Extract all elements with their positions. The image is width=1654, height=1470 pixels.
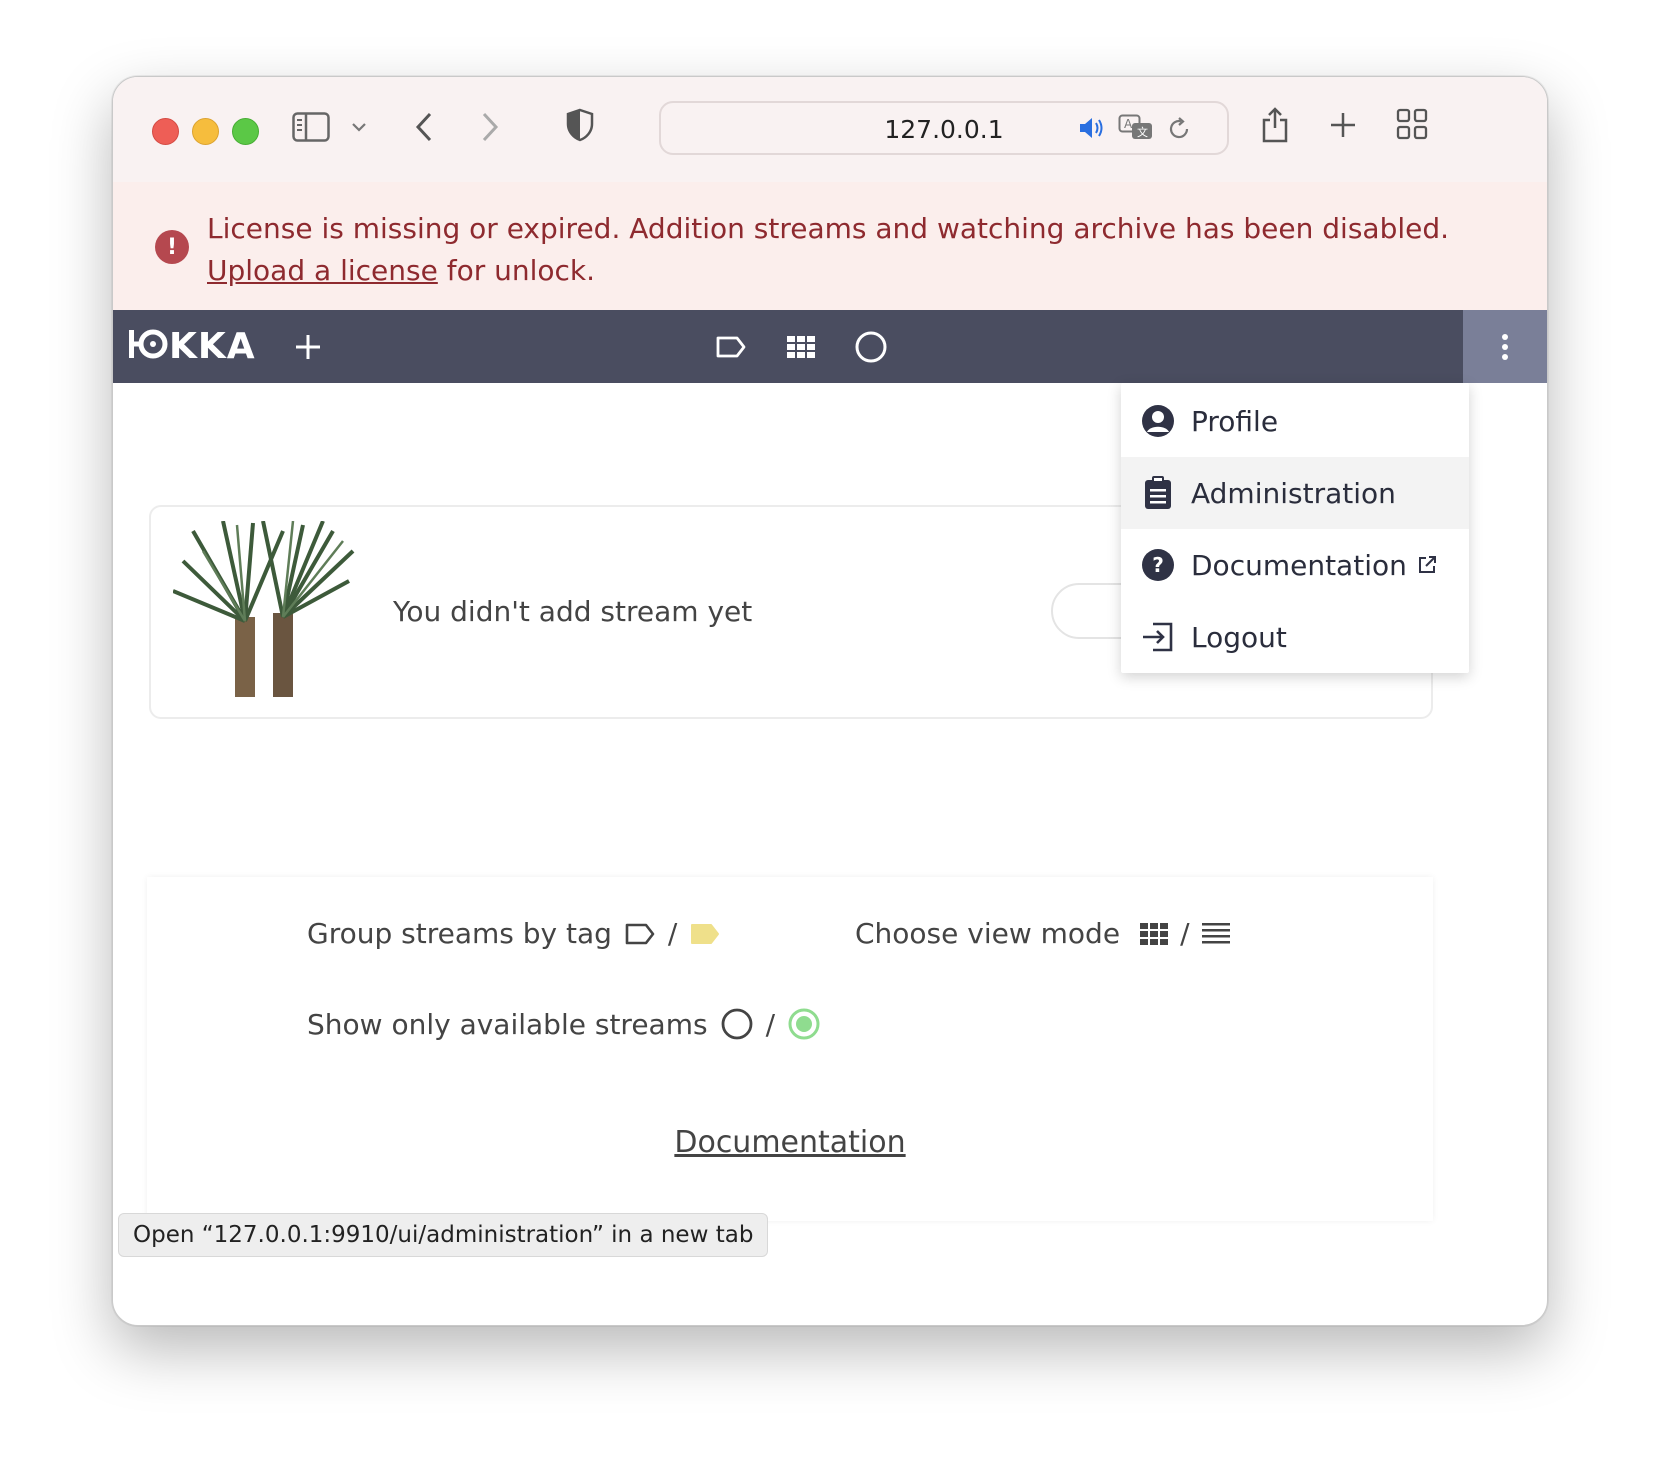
- license-banner: ! License is missing or expired. Additio…: [113, 182, 1547, 311]
- translate-icon[interactable]: A文: [1117, 113, 1155, 143]
- view-mode-row: Choose view mode /: [855, 917, 1230, 950]
- external-link-icon: [1417, 555, 1437, 575]
- banner-text: License is missing or expired. Addition …: [207, 208, 1507, 292]
- close-window-button[interactable]: [152, 118, 179, 145]
- browser-window: 127.0.0.1 A文 ! License is missing or exp…: [112, 76, 1548, 1326]
- user-dropdown-menu: Profile Administration ? Documentation L…: [1121, 383, 1469, 673]
- group-by-tag-label: Group streams by tag: [307, 917, 612, 950]
- reload-icon[interactable]: [1165, 115, 1193, 143]
- group-by-tag-row: Group streams by tag /: [307, 917, 721, 950]
- plant-illustration: [173, 521, 355, 697]
- menu-item-label: Logout: [1191, 620, 1287, 654]
- clipboard-icon: [1139, 474, 1177, 512]
- alert-icon: !: [155, 230, 189, 264]
- user-circle-icon: [1139, 402, 1177, 440]
- status-bar-link-preview: Open “127.0.0.1:9910/ui/administration” …: [118, 1213, 769, 1257]
- banner-suffix: for unlock.: [437, 254, 596, 287]
- menu-item-administration[interactable]: Administration: [1121, 457, 1469, 529]
- grid-view-icon[interactable]: [780, 326, 822, 368]
- available-streams-row: Show only available streams /: [307, 1007, 821, 1041]
- svg-text:KKA: KKA: [169, 326, 256, 364]
- zoom-window-button[interactable]: [232, 118, 259, 145]
- circle-active-icon[interactable]: [787, 1007, 821, 1041]
- empty-streams-text: You didn't add stream yet: [393, 595, 753, 628]
- documentation-link[interactable]: Documentation: [147, 1125, 1433, 1160]
- tab-overview-icon[interactable]: [1395, 107, 1429, 141]
- grid-view-icon[interactable]: [1140, 922, 1169, 945]
- menu-item-label: Documentation: [1191, 548, 1407, 582]
- menu-item-profile[interactable]: Profile: [1121, 385, 1469, 457]
- menu-item-logout[interactable]: Logout: [1121, 601, 1469, 673]
- app-navbar: KKA: [113, 310, 1547, 383]
- add-stream-icon[interactable]: [287, 326, 329, 368]
- settings-card: Group streams by tag / Choose view mode …: [147, 877, 1433, 1221]
- chevron-down-icon[interactable]: [347, 115, 371, 139]
- list-view-icon[interactable]: [1201, 922, 1230, 946]
- upload-license-link[interactable]: Upload a license: [207, 254, 438, 287]
- separator: /: [765, 1007, 776, 1041]
- menu-item-label: Profile: [1191, 404, 1279, 438]
- svg-text:?: ?: [1152, 553, 1164, 577]
- separator: /: [1180, 917, 1190, 950]
- shield-icon[interactable]: [563, 105, 597, 145]
- view-mode-label: Choose view mode: [855, 917, 1121, 950]
- question-circle-icon: ?: [1139, 546, 1177, 584]
- availability-circle-icon[interactable]: [850, 326, 892, 368]
- available-streams-label: Show only available streams: [307, 1007, 708, 1041]
- banner-message: License is missing or expired. Addition …: [207, 212, 1450, 245]
- app-logo[interactable]: KKA: [127, 324, 257, 373]
- sidebar-toggle-icon[interactable]: [289, 107, 333, 147]
- more-menu-button[interactable]: [1463, 310, 1547, 383]
- separator: /: [667, 917, 678, 950]
- tag-icon[interactable]: [710, 326, 752, 368]
- browser-toolbar: 127.0.0.1 A文: [113, 77, 1547, 183]
- logout-icon: [1139, 618, 1177, 656]
- svg-text:文: 文: [1137, 125, 1148, 139]
- share-icon[interactable]: [1257, 103, 1293, 147]
- tag-outline-icon[interactable]: [624, 922, 656, 946]
- circle-outline-icon[interactable]: [720, 1007, 754, 1041]
- logo-mark: KKA: [129, 326, 256, 367]
- address-bar[interactable]: 127.0.0.1 A文: [659, 101, 1229, 155]
- svg-text:A: A: [1124, 117, 1133, 131]
- tag-filled-icon[interactable]: [689, 922, 721, 946]
- new-tab-icon[interactable]: [1327, 109, 1359, 141]
- minimize-window-button[interactable]: [192, 118, 219, 145]
- menu-item-label: Administration: [1191, 476, 1396, 510]
- back-icon[interactable]: [409, 107, 439, 147]
- kebab-menu-icon: [1502, 333, 1508, 360]
- menu-item-documentation[interactable]: ? Documentation: [1121, 529, 1469, 601]
- speaker-icon[interactable]: [1077, 115, 1107, 141]
- forward-icon[interactable]: [475, 107, 505, 147]
